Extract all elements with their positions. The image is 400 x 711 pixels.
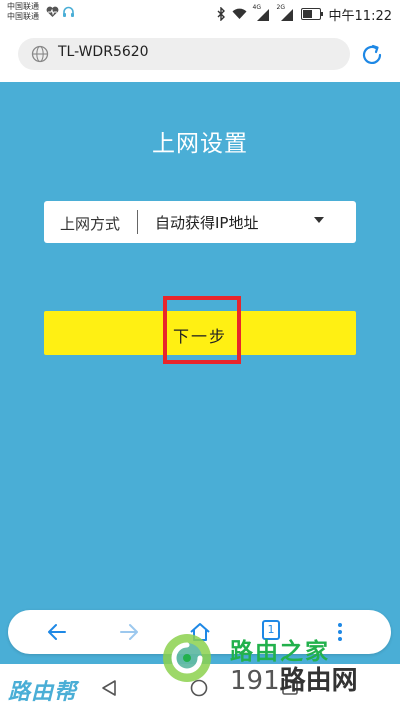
refresh-icon[interactable] — [360, 43, 384, 67]
carrier-label-1: 中国联通 — [7, 2, 39, 11]
carrier-label-2: 中国联通 — [7, 12, 39, 21]
status-icons: 4G 2G 中午11:22 — [217, 4, 392, 24]
forward-arrow-icon[interactable] — [117, 620, 141, 644]
watermark-191-luyouwang: 191路由网 — [230, 660, 358, 697]
more-icon[interactable] — [336, 620, 344, 644]
signal-icon-2 — [280, 9, 293, 21]
globe-icon — [31, 45, 49, 63]
back-arrow-icon[interactable] — [45, 620, 69, 644]
clock: 中午11:22 — [328, 8, 392, 24]
connection-type-select[interactable]: 上网方式 自动获得IP地址 — [44, 201, 356, 243]
router-logo-icon — [163, 634, 211, 682]
watermark-luyouwang: 路由网 — [279, 666, 358, 696]
heart-icon — [46, 6, 59, 18]
address-bar[interactable]: TL-WDR5620 — [18, 38, 350, 70]
select-label: 上网方式 — [60, 215, 121, 233]
page-title: 上网设置 — [152, 131, 248, 157]
browser-address-area: TL-WDR5620 — [0, 28, 400, 82]
nav-back-icon[interactable] — [100, 679, 118, 697]
select-divider — [137, 210, 138, 234]
url-text: TL-WDR5620 — [58, 44, 149, 60]
select-value: 自动获得IP地址 — [155, 214, 259, 232]
highlight-box — [163, 296, 241, 364]
status-bar: 中国联通 中国联通 4G 2G 中午11:22 — [0, 0, 400, 28]
carrier-info: 中国联通 中国联通 — [7, 2, 39, 22]
watermark-191: 191 — [230, 666, 280, 696]
watermark-luyoubang: 路由帮 — [8, 679, 78, 705]
dropdown-arrow-icon[interactable] — [314, 217, 324, 223]
bluetooth-icon — [217, 7, 225, 21]
headset-icon — [63, 6, 74, 17]
battery-icon — [300, 8, 323, 20]
signal-icon — [256, 9, 269, 21]
wifi-icon — [232, 8, 247, 19]
